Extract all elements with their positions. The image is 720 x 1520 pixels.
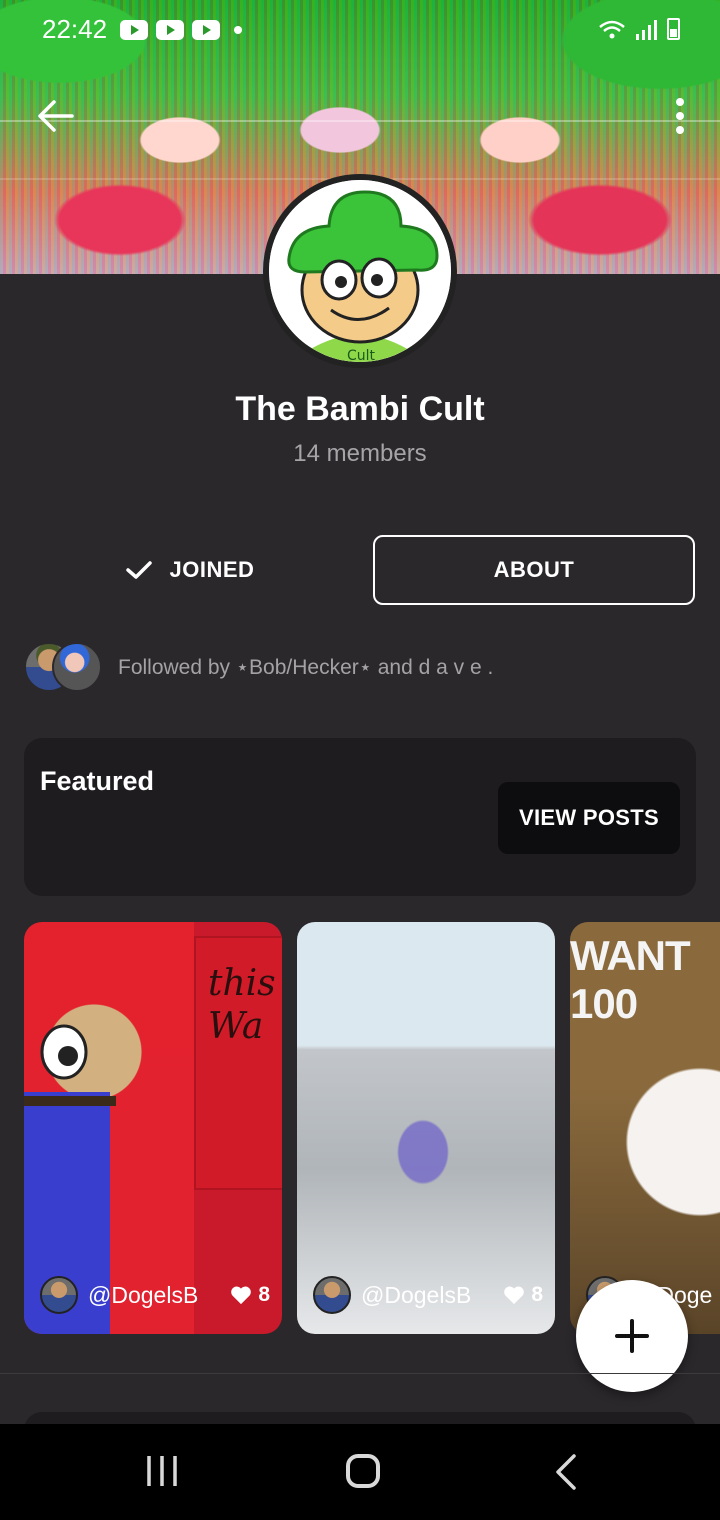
youtube-icon — [192, 20, 220, 40]
post-image-text: this Wa — [208, 963, 276, 1048]
youtube-icon — [120, 20, 148, 40]
post-card[interactable]: @DogelsB 8 — [297, 922, 555, 1334]
joined-button[interactable]: JOINED — [40, 536, 340, 604]
community-title: The Bambi Cult — [235, 390, 485, 428]
like-count[interactable]: 8 — [230, 1283, 270, 1307]
followed-by-text: Followed by ⋆Bob/Hecker⋆ and d a v e . — [118, 655, 494, 679]
more-options-button[interactable] — [672, 96, 688, 136]
create-post-button[interactable] — [576, 1280, 688, 1392]
avatar-shirt-text: Cult — [347, 348, 376, 362]
recents-icon — [147, 1456, 177, 1486]
battery-icon — [667, 18, 680, 40]
wifi-icon — [599, 20, 625, 40]
view-posts-button[interactable]: VIEW POSTS — [498, 782, 680, 854]
back-button[interactable] — [36, 96, 76, 136]
like-count-value: 8 — [258, 1283, 270, 1306]
back-nav-button[interactable] — [554, 1454, 578, 1490]
system-status-icons — [599, 18, 680, 40]
author-avatar[interactable] — [40, 1276, 78, 1314]
signal-icon — [635, 20, 657, 40]
banner-glitch-line — [0, 120, 720, 122]
notification-icons — [120, 20, 242, 40]
youtube-icon — [156, 20, 184, 40]
post-image-face — [24, 1024, 116, 1106]
community-avatar: Cult — [263, 174, 457, 368]
recents-button[interactable] — [145, 1454, 179, 1488]
followed-by-row[interactable]: Followed by ⋆Bob/Hecker⋆ and d a v e . — [24, 640, 493, 694]
heart-icon — [504, 1286, 525, 1305]
check-icon — [125, 561, 152, 579]
status-time: 22:42 — [42, 14, 108, 44]
about-label: ABOUT — [493, 557, 575, 582]
follower-avatar — [52, 642, 102, 692]
plus-icon — [615, 1319, 649, 1353]
joined-label: JOINED — [169, 557, 255, 582]
about-button[interactable]: ABOUT — [373, 535, 695, 605]
bambi-avatar-image: Cult — [269, 180, 451, 362]
post-meta: @DogelsB 8 — [313, 1276, 543, 1314]
status-bar: 22:42 — [0, 0, 720, 60]
author-name[interactable]: @DogelsB — [88, 1282, 198, 1309]
home-button[interactable] — [346, 1454, 380, 1488]
more-vertical-icon — [676, 98, 684, 134]
featured-posts-carousel[interactable]: this Wa @DogelsB 8 @DogelsB 8 WANT 100 @… — [24, 922, 720, 1334]
arrow-left-icon — [38, 100, 74, 132]
section-divider — [0, 1373, 720, 1374]
system-navigation-bar — [0, 1424, 720, 1520]
like-count[interactable]: 8 — [503, 1283, 543, 1307]
post-image-board: this Wa — [194, 936, 282, 1190]
featured-title: Featured — [40, 766, 155, 796]
post-image-text: WANT 100 — [570, 932, 691, 1027]
like-count-value: 8 — [531, 1283, 543, 1306]
more-notifications-dot-icon — [234, 26, 242, 34]
post-card[interactable]: WANT 100 @Doge — [570, 922, 720, 1334]
author-avatar[interactable] — [313, 1276, 351, 1314]
post-card[interactable]: this Wa @DogelsB 8 — [24, 922, 282, 1334]
heart-icon — [231, 1286, 252, 1305]
back-icon — [556, 1454, 576, 1490]
author-name[interactable]: @DogelsB — [361, 1282, 471, 1309]
featured-section: Featured VIEW POSTS — [24, 738, 696, 896]
member-count[interactable]: 14 members — [0, 440, 720, 468]
post-meta: @DogelsB 8 — [40, 1276, 270, 1314]
